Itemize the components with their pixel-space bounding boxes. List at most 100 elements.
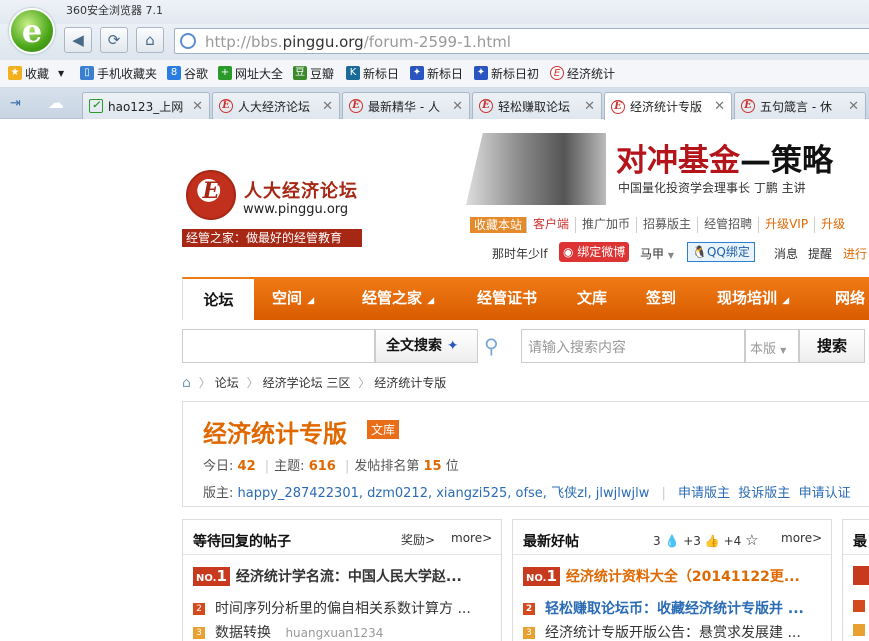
list-item[interactable]: 3 经济统计专版开版公告：悬赏求发展建 ... xyxy=(523,622,823,641)
chevron-down-icon: ▼ xyxy=(667,251,674,260)
bookmark-xinbiaori-1[interactable]: K 新标日 xyxy=(346,64,399,82)
bookmarks-bar: ★ 收藏 ▼ ▯ 手机收藏夹 8 谷歌 + 网址大全 豆豆瓣 K 新标日 ✦ 新标日 ✦ 新标日… xyxy=(0,60,869,88)
bookmark-mobile[interactable]: ▯ 手机收藏夹 xyxy=(80,64,157,82)
list-item[interactable]: 3 数据转换 huangxuan1234 xyxy=(193,622,493,641)
rank-badge: NO.1 xyxy=(193,567,230,586)
paw-icon: ✦ xyxy=(410,66,424,80)
link-upgrade[interactable]: 升级 xyxy=(814,217,851,233)
close-icon[interactable]: ✕ xyxy=(848,99,859,114)
link-client[interactable]: 客户端 xyxy=(526,217,575,233)
ongoing-link[interactable]: 进行 xyxy=(843,245,867,262)
vest-dropdown[interactable]: 马甲 ▼ xyxy=(640,245,674,262)
scope-select[interactable]: 本版 ▼ xyxy=(745,329,799,363)
more-link[interactable]: more> xyxy=(451,531,492,545)
moderator-list[interactable]: happy_287422301, dzm0212, xiangzi525, of… xyxy=(238,486,650,501)
nav-jingguan-home[interactable]: 经管之家 ◢ xyxy=(362,277,434,320)
forum-logo[interactable]: E xyxy=(186,170,236,220)
close-icon[interactable]: ✕ xyxy=(452,99,463,114)
bookmark-xinbiaori-2[interactable]: ✦ 新标日 xyxy=(410,64,463,82)
banner-subtitle: 中国量化投资学会理事长 丁鹏 主讲 xyxy=(618,181,806,195)
close-icon[interactable]: ✕ xyxy=(192,99,203,114)
topic-count: 616 xyxy=(308,459,336,474)
fulltext-search-button[interactable]: 全文搜索 ✦ xyxy=(375,329,478,363)
reward-link[interactable]: 奖励> xyxy=(401,531,435,548)
list-item[interactable]: 2 时间序列分析里的偏自相关系数计算方 ... xyxy=(193,598,493,618)
bookmark-econstats[interactable]: E 经济统计 xyxy=(550,64,615,82)
link-bookmark-site[interactable]: 收藏本站 xyxy=(470,217,527,233)
link-promote[interactable]: 推广加币 xyxy=(575,217,636,233)
reminders-link[interactable]: 提醒 xyxy=(808,245,832,262)
tab-hao123[interactable]: ✓ hao123_上网 ✕ xyxy=(82,92,210,119)
url-text[interactable]: http://bbs.pinggu.org/forum-2599-1.html xyxy=(205,33,511,51)
back-button[interactable]: ◀ xyxy=(64,27,92,53)
cloud-icon[interactable]: ☁ xyxy=(48,93,64,112)
forum-e-icon: E xyxy=(479,99,493,113)
list-item[interactable]: NO.1 经济统计学名流：中国人民大学赵... xyxy=(193,566,493,586)
nav-forum[interactable]: 论坛 xyxy=(182,277,254,320)
tab-forum-home[interactable]: E 人大经济论坛 ✕ xyxy=(212,92,340,119)
bookmark-directory[interactable]: + 网址大全 xyxy=(218,64,283,82)
close-icon[interactable]: ✕ xyxy=(584,99,595,114)
username[interactable]: 那时年少lf xyxy=(492,245,548,262)
tab-econstats-active[interactable]: E 经济统计专版 ✕ xyxy=(604,92,732,120)
bookmark-favorites[interactable]: ★ 收藏 ▼ xyxy=(8,64,64,82)
more-link[interactable]: more> xyxy=(781,531,822,545)
panel-awaiting-reply: 等待回复的帖子 奖励> more> NO.1 经济统计学名流：中国人民大学赵...… xyxy=(182,519,502,641)
bind-weibo-button[interactable]: ◉ 绑定微博 xyxy=(559,242,630,262)
bookmark-xinbiaori-3[interactable]: ✦ 新标日初 xyxy=(474,64,539,82)
crumb-area[interactable]: 经济学论坛 三区 xyxy=(263,376,351,390)
nav-training[interactable]: 现场培训 ◢ xyxy=(717,277,789,320)
messages-link[interactable]: 消息 xyxy=(774,245,798,262)
forum-e-icon: E xyxy=(741,99,755,113)
nav-checkin[interactable]: 签到 xyxy=(646,277,676,320)
list-item[interactable]: NO.1 经济统计资料大全（20141122更... xyxy=(523,566,823,586)
post-author: huangxuan1234 xyxy=(285,626,384,640)
tab-five-sayings[interactable]: E 五句箴言 - 休 ✕ xyxy=(734,92,866,119)
crumb-board[interactable]: 经济统计专版 xyxy=(374,376,446,390)
nav-certificates[interactable]: 经管证书 xyxy=(477,277,537,320)
close-icon[interactable]: ✕ xyxy=(714,99,725,114)
tab-best-posts[interactable]: E 最新精华 - 人 ✕ xyxy=(342,92,470,119)
forum-e-icon: E xyxy=(349,99,363,113)
panel-title: 最 xyxy=(853,534,867,550)
link-recruit-mod[interactable]: 招募版主 xyxy=(636,217,697,233)
search-input[interactable]: 请输入搜索内容 xyxy=(521,329,745,363)
apply-certification-link[interactable]: 申请认证 xyxy=(799,486,851,501)
banner-title: 对冲基金—策略 xyxy=(616,143,833,179)
bind-qq-button[interactable]: 🐧QQ绑定 xyxy=(687,242,755,262)
search-button[interactable]: 搜索 xyxy=(799,329,865,363)
tab-earn-coins[interactable]: E 轻松赚取论坛 ✕ xyxy=(472,92,602,119)
home-icon[interactable]: ⌂ xyxy=(182,375,191,391)
link-upgrade-vip[interactable]: 升级VIP xyxy=(758,217,814,233)
panel-third: 最 xyxy=(842,519,869,641)
rank-badge: NO.1 xyxy=(523,567,560,586)
nav-online[interactable]: 网络 xyxy=(835,277,865,320)
home-icon: ⌂ xyxy=(145,31,155,49)
nav-space[interactable]: 空间 ◢ xyxy=(272,277,314,320)
globe-icon xyxy=(180,33,196,49)
ad-banner[interactable]: 对冲基金—策略 中国量化投资学会理事长 丁鹏 主讲 xyxy=(466,133,869,205)
apply-moderator-link[interactable]: 申请版主 xyxy=(678,486,730,501)
link-jobs[interactable]: 经管招聘 xyxy=(697,217,758,233)
quick-search-input[interactable] xyxy=(182,329,375,363)
breadcrumb: ⌂ 〉论坛 〉经济学论坛 三区 〉经济统计专版 xyxy=(182,375,447,391)
nav-library[interactable]: 文库 xyxy=(577,277,607,320)
user-bar: 那时年少lf ◉ 绑定微博 马甲 ▼ 🐧QQ绑定 消息 提醒 进行 xyxy=(492,242,869,263)
crumb-forum[interactable]: 论坛 xyxy=(215,376,239,390)
panel-title: 最新好帖 xyxy=(523,534,579,550)
site-url: www.pinggu.org xyxy=(243,202,349,217)
library-badge[interactable]: 文库 xyxy=(367,420,400,439)
address-bar[interactable]: http://bbs.pinggu.org/forum-2599-1.html xyxy=(174,28,869,54)
report-moderator-link[interactable]: 投诉版主 xyxy=(738,486,790,501)
bookmark-douban[interactable]: 豆豆瓣 xyxy=(293,64,334,82)
refresh-icon: ⟳ xyxy=(107,31,121,49)
browser-logo-icon[interactable]: e xyxy=(9,8,55,54)
sidebar-toggle-icon[interactable]: ⇥ xyxy=(10,96,21,111)
close-icon[interactable]: ✕ xyxy=(322,99,333,114)
app-title: 360安全浏览器 7.1 xyxy=(66,4,163,17)
refresh-button[interactable]: ⟳ xyxy=(100,27,128,53)
list-item[interactable]: 2 轻松赚取论坛币：收藏经济统计专版并 ... xyxy=(523,598,823,618)
bookmark-google[interactable]: 8 谷歌 xyxy=(167,64,208,82)
banner-portrait xyxy=(466,133,606,205)
home-button[interactable]: ⌂ xyxy=(136,27,164,53)
